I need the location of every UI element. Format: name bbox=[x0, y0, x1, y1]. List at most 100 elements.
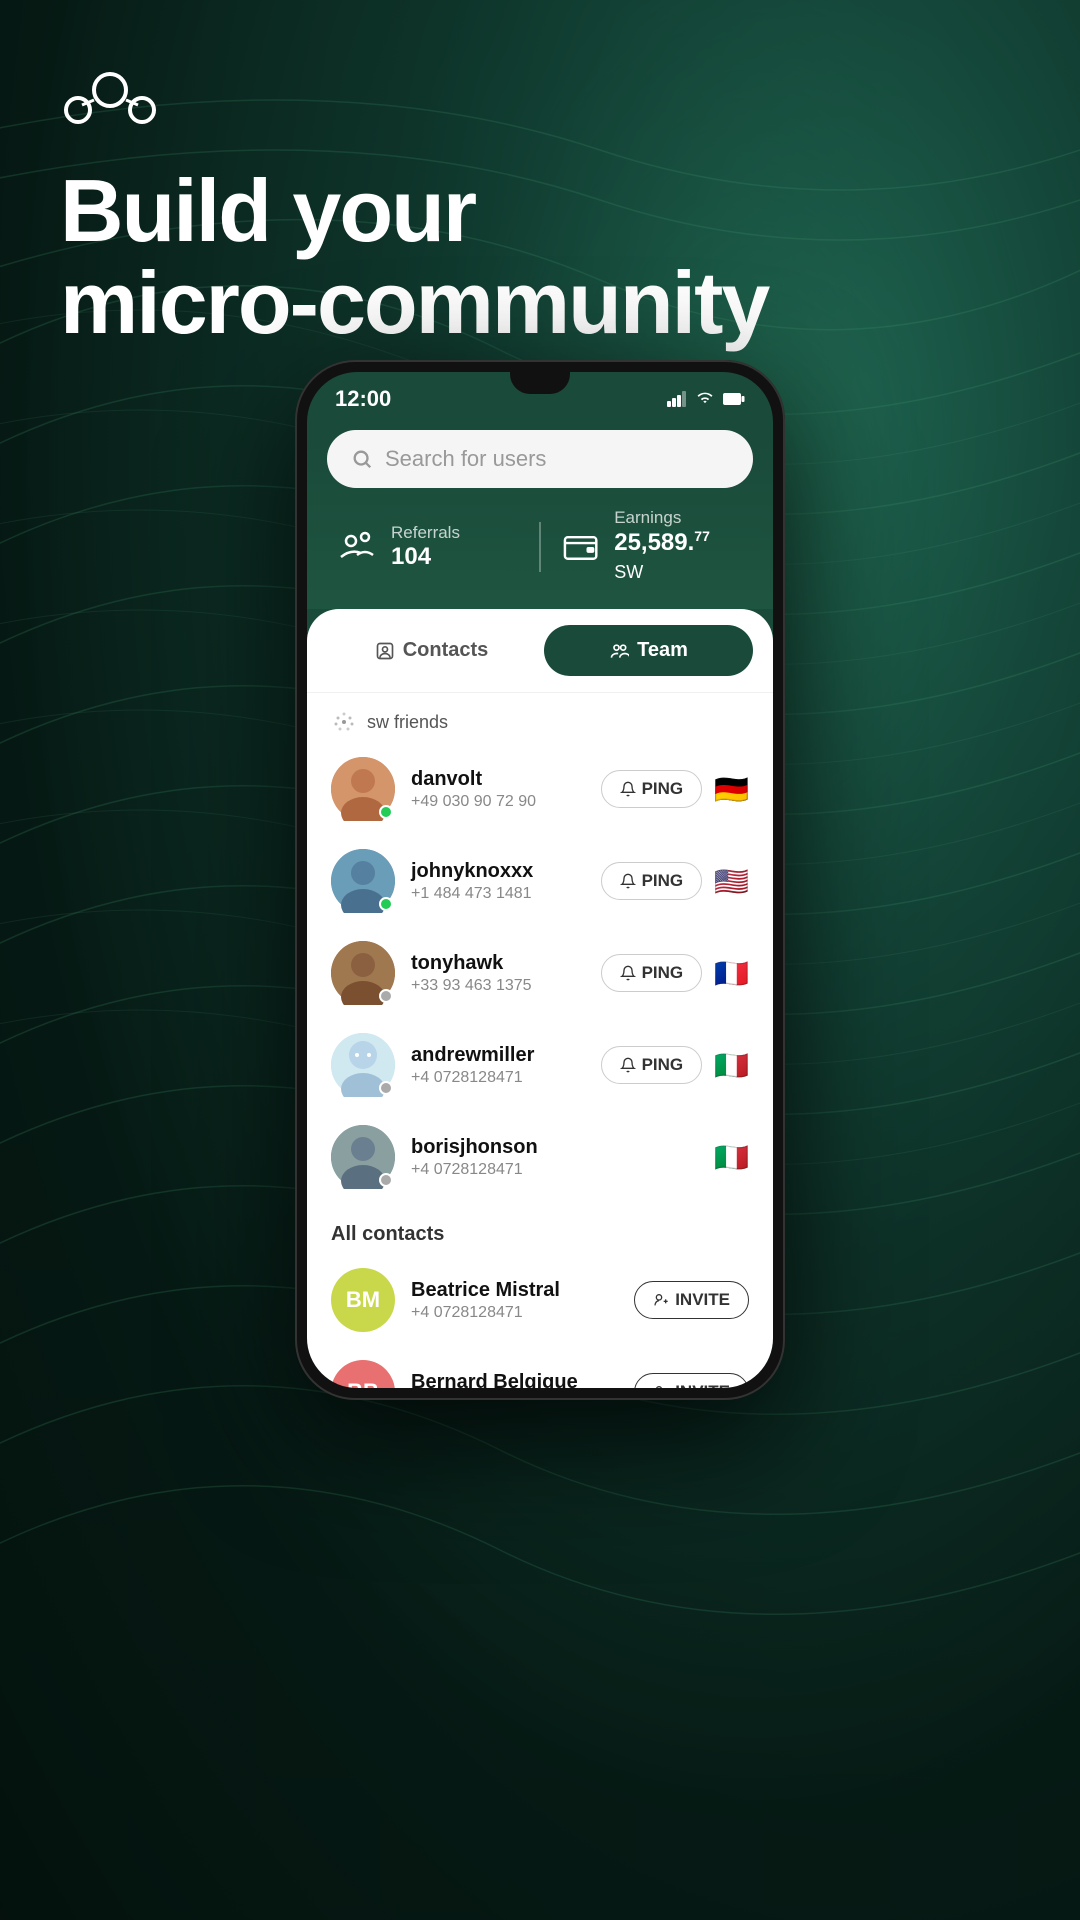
avatar-wrap-danvolt bbox=[331, 757, 395, 821]
offline-dot-boris bbox=[379, 1173, 393, 1187]
contact-phone-andrew: +4 0728128471 bbox=[411, 1069, 585, 1087]
contact-phone-bm: +4 0728128471 bbox=[411, 1304, 618, 1322]
battery-icon bbox=[723, 392, 745, 406]
bell-icon bbox=[620, 873, 636, 889]
contact-name-johny: johnyknoxxx bbox=[411, 860, 585, 883]
online-dot-danvolt bbox=[379, 805, 393, 819]
team-tab-icon bbox=[609, 641, 629, 661]
status-icons bbox=[667, 391, 745, 407]
phone-frame: 12:00 bbox=[295, 360, 785, 1400]
contact-phone-johny: +1 484 473 1481 bbox=[411, 885, 585, 903]
phone-notch bbox=[510, 372, 570, 394]
ping-button-andrew[interactable]: PING bbox=[601, 1046, 703, 1084]
earnings-value: 25,589.77 SW bbox=[614, 528, 743, 585]
earnings-stat: Earnings 25,589.77 SW bbox=[561, 508, 743, 585]
contact-info-bm: Beatrice Mistral +4 0728128471 bbox=[411, 1279, 618, 1322]
contact-actions-andrew: PING 🇮🇹 bbox=[601, 1046, 749, 1084]
referrals-stat: Referrals 104 bbox=[337, 523, 519, 571]
sw-friends-header: sw friends bbox=[307, 693, 773, 743]
contacts-tab-icon bbox=[375, 641, 395, 661]
contact-name-danvolt: danvolt bbox=[411, 768, 585, 791]
contact-phone-danvolt: +49 030 90 72 90 bbox=[411, 793, 585, 811]
person-add-icon bbox=[653, 1384, 669, 1388]
tab-contacts[interactable]: Contacts bbox=[327, 625, 536, 676]
avatar-wrap-johny bbox=[331, 849, 395, 913]
stats-divider bbox=[539, 522, 541, 572]
avatar-wrap-bb: BB bbox=[331, 1360, 395, 1388]
contact-info-bb: Bernard Belgique +4 0728128471 bbox=[411, 1371, 618, 1389]
sw-friends-icon bbox=[331, 709, 357, 735]
avatar-bb: BB bbox=[331, 1360, 395, 1388]
avatar-wrap-tony bbox=[331, 941, 395, 1005]
flag-johny: 🇺🇸 bbox=[714, 865, 749, 898]
flag-andrew: 🇮🇹 bbox=[714, 1049, 749, 1082]
ping-button-johny[interactable]: PING bbox=[601, 862, 703, 900]
contact-info-tony: tonyhawk +33 93 463 1375 bbox=[411, 952, 585, 995]
ping-button-danvolt[interactable]: PING bbox=[601, 770, 703, 808]
contact-item-johny: johnyknoxxx +1 484 473 1481 PING 🇺🇸 bbox=[307, 835, 773, 927]
sw-friends-title: sw friends bbox=[367, 712, 448, 733]
hero-section: Build your micro-community bbox=[60, 60, 1020, 350]
contact-item-danvolt: danvolt +49 030 90 72 90 PING 🇩🇪 bbox=[307, 743, 773, 835]
contact-name-andrew: andrewmiller bbox=[411, 1044, 585, 1067]
contact-info-johny: johnyknoxxx +1 484 473 1481 bbox=[411, 860, 585, 903]
flag-tony: 🇫🇷 bbox=[714, 957, 749, 990]
contact-actions-johny: PING 🇺🇸 bbox=[601, 862, 749, 900]
tab-team[interactable]: Team bbox=[544, 625, 753, 676]
all-contacts-header: All contacts bbox=[307, 1203, 773, 1254]
avatar-wrap-boris bbox=[331, 1125, 395, 1189]
avatar-bm: BM bbox=[331, 1268, 395, 1332]
contact-actions-danvolt: PING 🇩🇪 bbox=[601, 770, 749, 808]
contact-item-tony: tonyhawk +33 93 463 1375 PING 🇫🇷 bbox=[307, 927, 773, 1019]
contact-info-andrew: andrewmiller +4 0728128471 bbox=[411, 1044, 585, 1087]
invite-button-bm[interactable]: INVITE bbox=[634, 1281, 749, 1319]
bell-icon bbox=[620, 965, 636, 981]
community-icon bbox=[60, 60, 160, 140]
contact-name-bb: Bernard Belgique bbox=[411, 1371, 618, 1389]
contact-info-boris: borisjhonson +4 0728128471 bbox=[411, 1136, 698, 1179]
status-time: 12:00 bbox=[335, 386, 391, 412]
bell-icon bbox=[620, 781, 636, 797]
contact-actions-tony: PING 🇫🇷 bbox=[601, 954, 749, 992]
contact-phone-tony: +33 93 463 1375 bbox=[411, 977, 585, 995]
contact-actions-bm: INVITE bbox=[634, 1281, 749, 1319]
contact-item-bb: BB Bernard Belgique +4 0728128471 bbox=[307, 1346, 773, 1388]
offline-dot-tony bbox=[379, 989, 393, 1003]
invite-button-bb[interactable]: INVITE bbox=[634, 1373, 749, 1388]
referrals-label: Referrals bbox=[391, 523, 460, 543]
wifi-icon bbox=[695, 391, 715, 407]
contact-actions-boris: 🇮🇹 bbox=[714, 1141, 749, 1174]
contact-phone-boris: +4 0728128471 bbox=[411, 1161, 698, 1179]
contact-item-andrew: andrewmiller +4 0728128471 PING 🇮🇹 bbox=[307, 1019, 773, 1111]
avatar-wrap-bm: BM bbox=[331, 1268, 395, 1332]
phone-content: Contacts Team bbox=[307, 609, 773, 1388]
contact-name-boris: borisjhonson bbox=[411, 1136, 698, 1159]
wallet-icon bbox=[561, 527, 600, 567]
earnings-label: Earnings bbox=[614, 508, 743, 528]
contact-name-bm: Beatrice Mistral bbox=[411, 1279, 618, 1302]
flag-boris: 🇮🇹 bbox=[714, 1141, 749, 1174]
tab-bar: Contacts Team bbox=[307, 609, 773, 693]
contact-item-bm: BM Beatrice Mistral +4 0728128471 bbox=[307, 1254, 773, 1346]
signal-icon bbox=[667, 391, 687, 407]
contact-name-tony: tonyhawk bbox=[411, 952, 585, 975]
hero-title: Build your micro-community bbox=[60, 165, 1020, 350]
contact-item-boris: borisjhonson +4 0728128471 🇮🇹 bbox=[307, 1111, 773, 1203]
ping-button-tony[interactable]: PING bbox=[601, 954, 703, 992]
flag-danvolt: 🇩🇪 bbox=[714, 773, 749, 806]
contact-info-danvolt: danvolt +49 030 90 72 90 bbox=[411, 768, 585, 811]
online-dot-johny bbox=[379, 897, 393, 911]
search-icon bbox=[351, 448, 373, 470]
referrals-count: 104 bbox=[391, 543, 460, 571]
bell-icon bbox=[620, 1057, 636, 1073]
phone-mockup: 12:00 bbox=[295, 360, 785, 1840]
phone-screen: 12:00 bbox=[307, 372, 773, 1388]
contact-actions-bb: INVITE bbox=[634, 1373, 749, 1388]
phone-header: Search for users Referrals bbox=[307, 430, 773, 609]
person-add-icon bbox=[653, 1292, 669, 1308]
search-bar[interactable]: Search for users bbox=[327, 430, 753, 488]
stats-row: Referrals 104 Earnings bbox=[327, 508, 753, 585]
search-placeholder: Search for users bbox=[385, 446, 546, 472]
offline-dot-andrew bbox=[379, 1081, 393, 1095]
avatar-wrap-andrew bbox=[331, 1033, 395, 1097]
